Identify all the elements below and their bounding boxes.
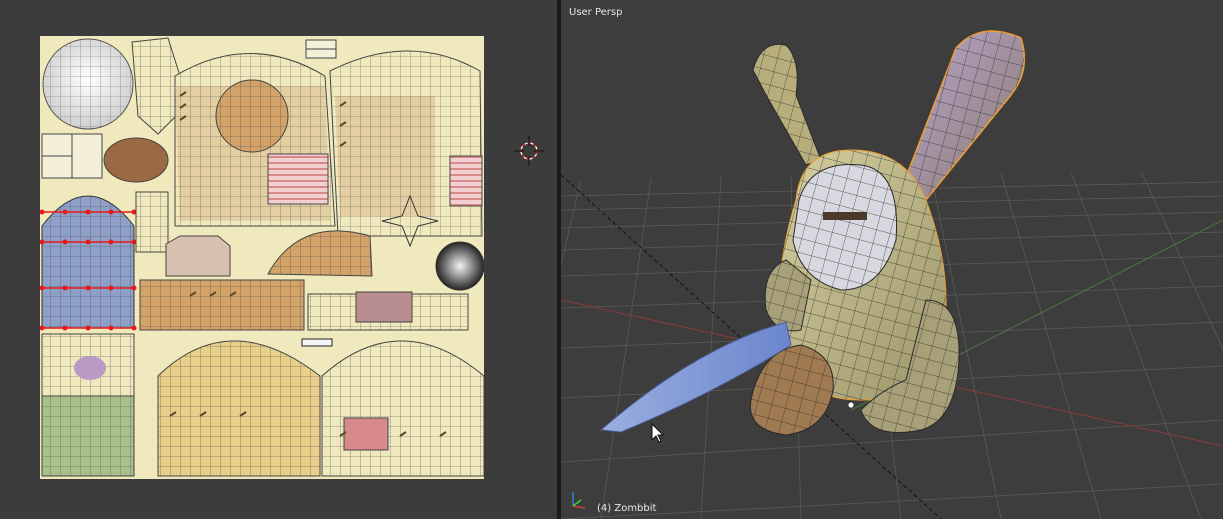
uv-image-editor[interactable]: [0, 0, 557, 519]
active-object-label: (4) Zombbit: [597, 503, 657, 514]
uv-island-bottom-dome-right: [321, 340, 484, 477]
uv-island-green-block: [41, 333, 135, 477]
uv-texture-svg: [40, 36, 484, 479]
uv-island-pink-house: [165, 235, 231, 277]
uv-2d-cursor-icon[interactable]: [512, 134, 546, 168]
axis-gizmo-icon: [569, 486, 595, 512]
uv-island-long-strip: [139, 279, 305, 331]
uv-island-bottom-dome: [157, 340, 321, 477]
mouse-pointer-icon: [650, 422, 666, 444]
uv-island-arm-strip: [135, 191, 169, 253]
uv-texture-map[interactable]: [40, 36, 484, 479]
uv-island-body-back: [329, 50, 483, 248]
uv-island-brown-sole: [103, 137, 169, 183]
uv-island-selected-grid: [40, 195, 137, 331]
view-label: User Persp: [569, 7, 623, 18]
uv-island-tiny-label: [301, 338, 333, 347]
uv-island-body-front: [174, 53, 336, 227]
uv-island-eyeball: [42, 38, 134, 130]
uv-island-dark-sphere: [435, 241, 484, 291]
uv-island-pink-patch-strip: [307, 291, 469, 331]
